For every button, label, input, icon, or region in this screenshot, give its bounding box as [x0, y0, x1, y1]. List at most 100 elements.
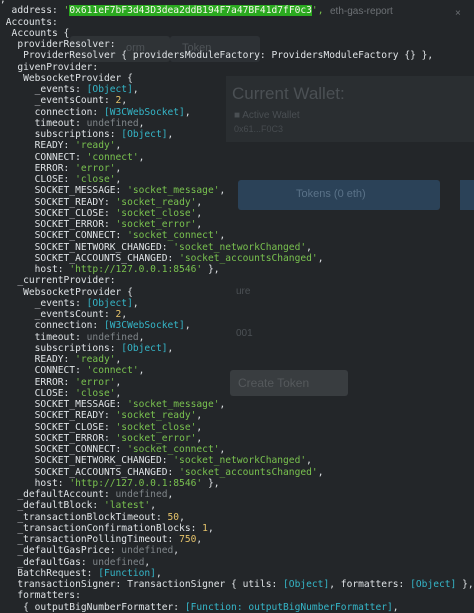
console-token: CLOSE: — [0, 174, 76, 185]
console-token: 'socket_networkChanged' — [173, 241, 307, 253]
console-token: , — [144, 556, 151, 568]
console-token: , formatters: — [329, 579, 411, 590]
console-token: , — [317, 466, 324, 478]
console-token: 'http://127.0.0.1:8546' — [69, 477, 203, 489]
console-token: Accounts { — [0, 27, 70, 39]
console-token: [Object] — [283, 579, 330, 590]
console-token: , — [155, 567, 162, 579]
console-token: [W3CWebSocket] — [103, 320, 185, 332]
console-token: 'socket_error' — [115, 219, 197, 230]
console-token: , — [179, 511, 185, 523]
console-token: providerResolver: — [0, 39, 116, 50]
console-token: 'socket_message' — [127, 399, 220, 410]
console-token: 'socket_accountsChanged' — [179, 252, 318, 264]
console-token: , — [219, 399, 226, 410]
console-token: READY: — [0, 354, 76, 365]
console-token: _defaultGasPrice: — [0, 545, 122, 557]
console-token: , — [196, 207, 203, 219]
console-token: , — [115, 174, 122, 185]
console-line: SOCKET_NETWORK_CHANGED: 'socket_networkC… — [0, 455, 474, 466]
console-token: , — [207, 522, 214, 534]
console-line: SOCKET_ACCOUNTS_CHANGED: 'socket_account… — [0, 467, 474, 478]
console-token: 'socket_close' — [115, 207, 197, 219]
console-token: , — [138, 365, 145, 377]
console-token: , — [132, 297, 139, 309]
console-token: SOCKET_READY: — [0, 410, 116, 422]
console-token: SOCKET_NETWORK_CHANGED: — [0, 241, 174, 253]
console-token: formatters: — [0, 590, 81, 602]
console-line: CLOSE: 'close', — [0, 388, 474, 399]
console-line: _defaultAccount: undefined, — [0, 489, 474, 500]
console-token: ', — [311, 5, 324, 17]
console-line: _transactionBlockTimeout: 50, — [0, 512, 474, 523]
console-token: , — [115, 354, 122, 365]
console-line: _currentProvider: — [0, 275, 474, 286]
console-token: 'socket_connect' — [127, 230, 220, 242]
console-token: subscriptions: — [0, 342, 122, 354]
console-token: , — [115, 376, 122, 388]
console-token: CLOSE: — [0, 387, 76, 399]
console-token: _transactionPollingTimeout: — [0, 534, 180, 545]
console-line: ProviderResolver { providersModuleFactor… — [0, 50, 474, 61]
console-token: SOCKET_ACCOUNTS_CHANGED: — [0, 252, 180, 264]
console-line: Accounts: — [0, 17, 474, 28]
console-line: CONNECT: 'connect', — [0, 152, 474, 163]
console-line: _transactionPollingTimeout: 750, — [0, 534, 474, 545]
console-token: SOCKET_READY: — [0, 196, 116, 208]
console-line: WebsocketProvider { — [0, 287, 474, 298]
console-line: ERROR: 'error', — [0, 377, 474, 388]
console-line: connection: [W3CWebSocket], — [0, 107, 474, 118]
console-line: timeout: undefined, — [0, 118, 474, 129]
console-token: , — [115, 140, 122, 152]
console-line: _defaultGasPrice: undefined, — [0, 545, 474, 556]
console-line: SOCKET_READY: 'socket_ready', — [0, 197, 474, 208]
console-token: }, — [202, 264, 220, 275]
console-token: , — [184, 106, 191, 118]
console-line: READY: 'ready', — [0, 140, 474, 151]
console-token: , — [196, 421, 203, 433]
console-token: , — [196, 432, 203, 444]
console-token: { outputBigNumberFormatter: — [0, 601, 185, 613]
console-token: _defaultBlock: — [0, 500, 104, 512]
console-token: 'ready' — [75, 140, 116, 152]
console-token: undefined — [121, 545, 174, 557]
console-token: [Object] — [410, 579, 457, 590]
console-output: , address: '0x611eF7bF3d43D3dea2ddB194F7… — [0, 0, 474, 613]
console-token: [Function: outputBigNumberFormatter] — [184, 601, 393, 613]
console-token: CONNECT: — [0, 365, 87, 377]
console-token: ERROR: — [0, 376, 76, 388]
console-line: subscriptions: [Object], — [0, 129, 474, 140]
console-line: _events: [Object], — [0, 84, 474, 95]
console-token: 'socket_ready' — [115, 410, 197, 422]
console-token: 'socket_message' — [127, 185, 220, 197]
console-token: undefined — [115, 489, 168, 500]
console-token: CONNECT: — [0, 151, 87, 163]
console-token: , — [392, 601, 399, 613]
console-line: SOCKET_MESSAGE: 'socket_message', — [0, 185, 474, 196]
console-token: 'socket_connect' — [127, 444, 220, 455]
console-token: 'latest' — [103, 500, 151, 512]
console-token: 'socket_accountsChanged' — [179, 466, 318, 478]
console-line: SOCKET_ERROR: 'socket_error', — [0, 219, 474, 230]
highlighted-address: 0x611eF7bF3d43D3dea2ddB194F7a47BF41d7fF0… — [69, 5, 312, 17]
console-token: connection: — [0, 106, 104, 118]
console-token: SOCKET_CONNECT: — [0, 444, 128, 455]
console-line: transactionSigner: TransactionSigner { u… — [0, 579, 474, 590]
console-token: 'socket_networkChanged' — [173, 455, 307, 467]
console-token: _defaultGas: — [0, 556, 93, 568]
console-line: SOCKET_CONNECT: 'socket_connect', — [0, 230, 474, 241]
console-line: CLOSE: 'close', — [0, 174, 474, 185]
console-token: , — [219, 185, 226, 197]
console-token: }, — [456, 579, 474, 590]
console-line: WebsocketProvider { — [0, 73, 474, 84]
console-token: host: — [0, 477, 70, 489]
console-line: READY: 'ready', — [0, 354, 474, 365]
console-token: , — [138, 151, 145, 163]
console-token: _transactionBlockTimeout: — [0, 511, 168, 523]
console-token: , — [173, 545, 180, 557]
console-token: , — [306, 455, 312, 467]
console-token: _defaultAccount: — [0, 489, 116, 500]
console-token: SOCKET_NETWORK_CHANGED: — [0, 455, 174, 467]
console-line: { outputBigNumberFormatter: [Function: o… — [0, 602, 474, 613]
console-token: , — [167, 489, 174, 500]
